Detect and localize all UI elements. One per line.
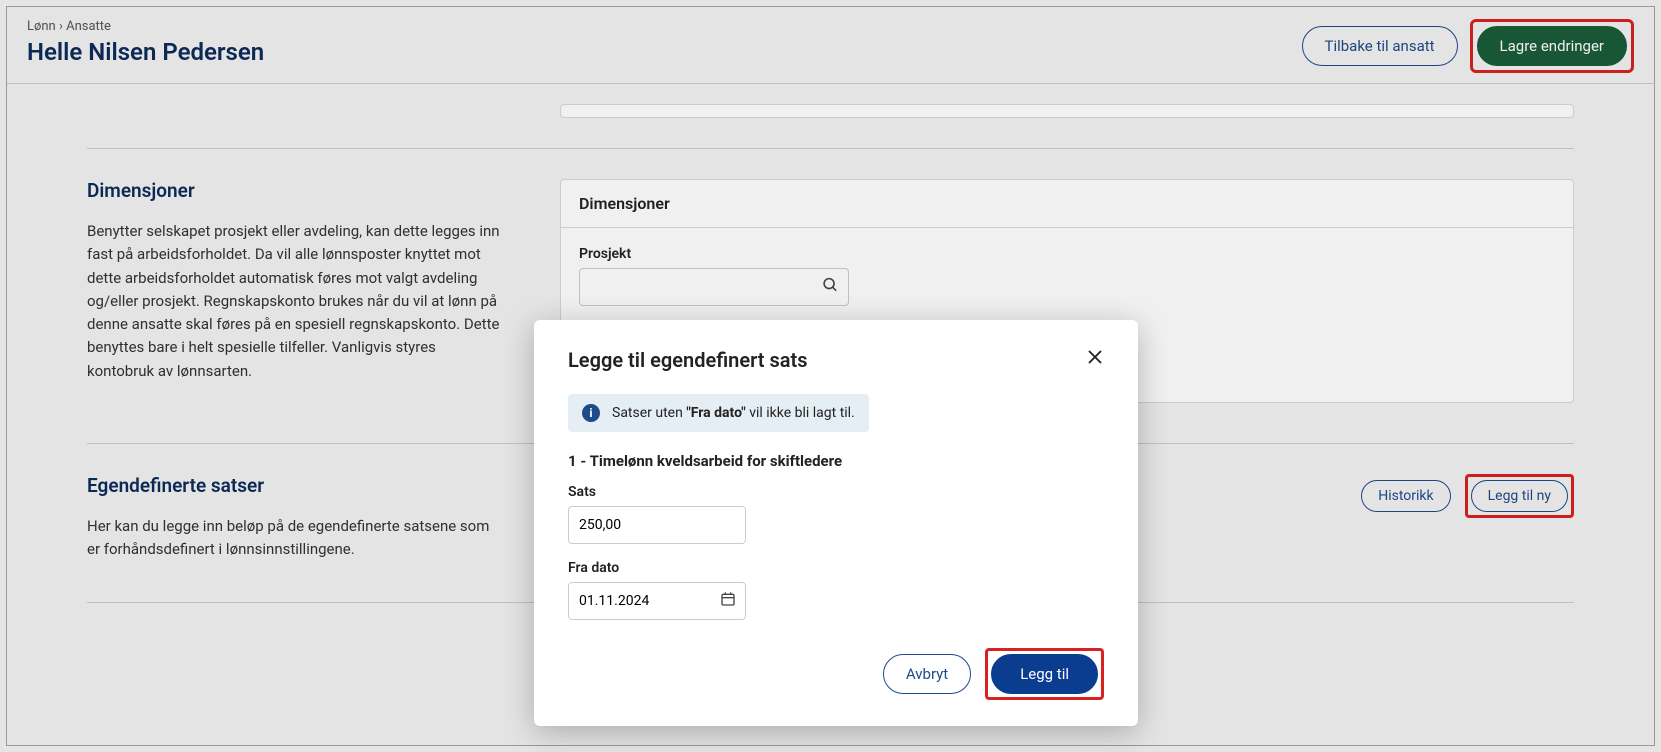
legg-til-button[interactable]: Legg til: [991, 654, 1098, 694]
info-text-pre: Satser uten: [612, 405, 686, 421]
info-text-bold: "Fra dato": [686, 405, 745, 421]
info-icon: i: [582, 404, 600, 422]
info-message: i Satser uten "Fra dato" vil ikke bli la…: [568, 394, 869, 432]
modal-title: Legge til egendefinert sats: [568, 348, 808, 372]
add-custom-rate-modal: Legge til egendefinert sats i Satser ute…: [534, 320, 1138, 726]
info-text-post: vil ikke bli lagt til.: [746, 405, 855, 421]
close-icon[interactable]: [1086, 348, 1104, 372]
sats-label: Sats: [568, 484, 1104, 500]
fra-dato-label: Fra dato: [568, 560, 1104, 576]
avbryt-button[interactable]: Avbryt: [883, 654, 971, 694]
calendar-icon[interactable]: [720, 591, 736, 611]
modal-subtitle: 1 - Timelønn kveldsarbeid for skiftleder…: [568, 452, 1104, 470]
sats-input[interactable]: [568, 506, 746, 544]
